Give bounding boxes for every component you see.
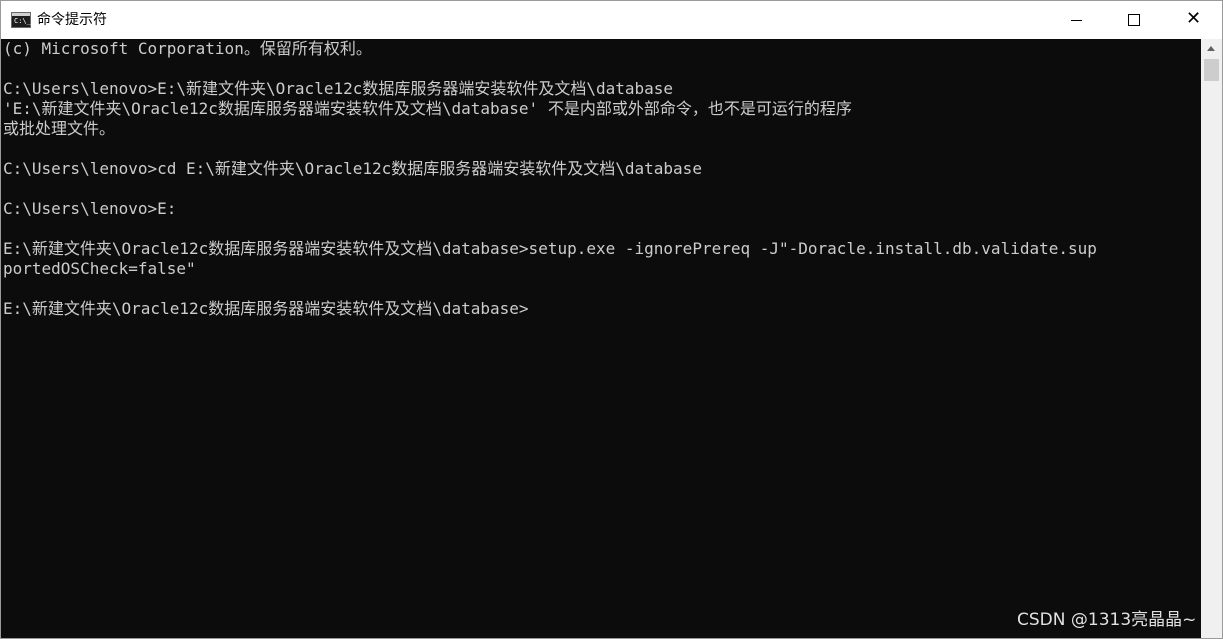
csdn-watermark: CSDN @1313亮晶晶~ (1017, 610, 1197, 630)
app-icon-bar (12, 13, 30, 16)
console-line: C:\Users\lenovo>cd E:\新建文件夹\Oracle12c数据库… (3, 159, 702, 178)
maximize-icon (1128, 14, 1140, 26)
console-prompt-line: E:\新建文件夹\Oracle12c数据库服务器端安装软件及文档\databas… (3, 299, 529, 318)
console-line: C:\Users\lenovo>E: (3, 199, 177, 218)
minimize-button[interactable] (1048, 1, 1105, 39)
scroll-up-button[interactable] (1201, 39, 1222, 59)
cmd-app-icon[interactable]: C:\_ (11, 12, 31, 28)
app-icon-prompt: C:\_ (14, 17, 31, 25)
title-bar[interactable]: C:\_ 命令提示符 ✕ (1, 1, 1222, 39)
maximize-button[interactable] (1105, 1, 1162, 39)
scrollbar-thumb[interactable] (1204, 59, 1219, 81)
vertical-scrollbar[interactable] (1201, 39, 1222, 638)
console-line: E:\新建文件夹\Oracle12c数据库服务器端安装软件及文档\databas… (3, 239, 1097, 258)
console-output[interactable]: (c) Microsoft Corporation。保留所有权利。 C:\Use… (3, 39, 1200, 638)
console-line: (c) Microsoft Corporation。保留所有权利。 (3, 39, 372, 58)
close-icon: ✕ (1186, 8, 1202, 29)
console-line: C:\Users\lenovo>E:\新建文件夹\Oracle12c数据库服务器… (3, 79, 674, 98)
console-line: portedOSCheck=false" (3, 259, 196, 278)
window-title: 命令提示符 (37, 12, 107, 28)
minimize-icon (1071, 20, 1082, 21)
cmd-window: C:\_ 命令提示符 ✕ (c) Microsoft Corporation。保… (0, 0, 1223, 639)
scroll-up-arrow-icon (1207, 46, 1215, 51)
console-line: 或批处理文件。 (3, 119, 116, 138)
console-line: 'E:\新建文件夹\Oracle12c数据库服务器端安装软件及文档\databa… (3, 99, 852, 118)
close-button[interactable]: ✕ (1162, 1, 1222, 39)
